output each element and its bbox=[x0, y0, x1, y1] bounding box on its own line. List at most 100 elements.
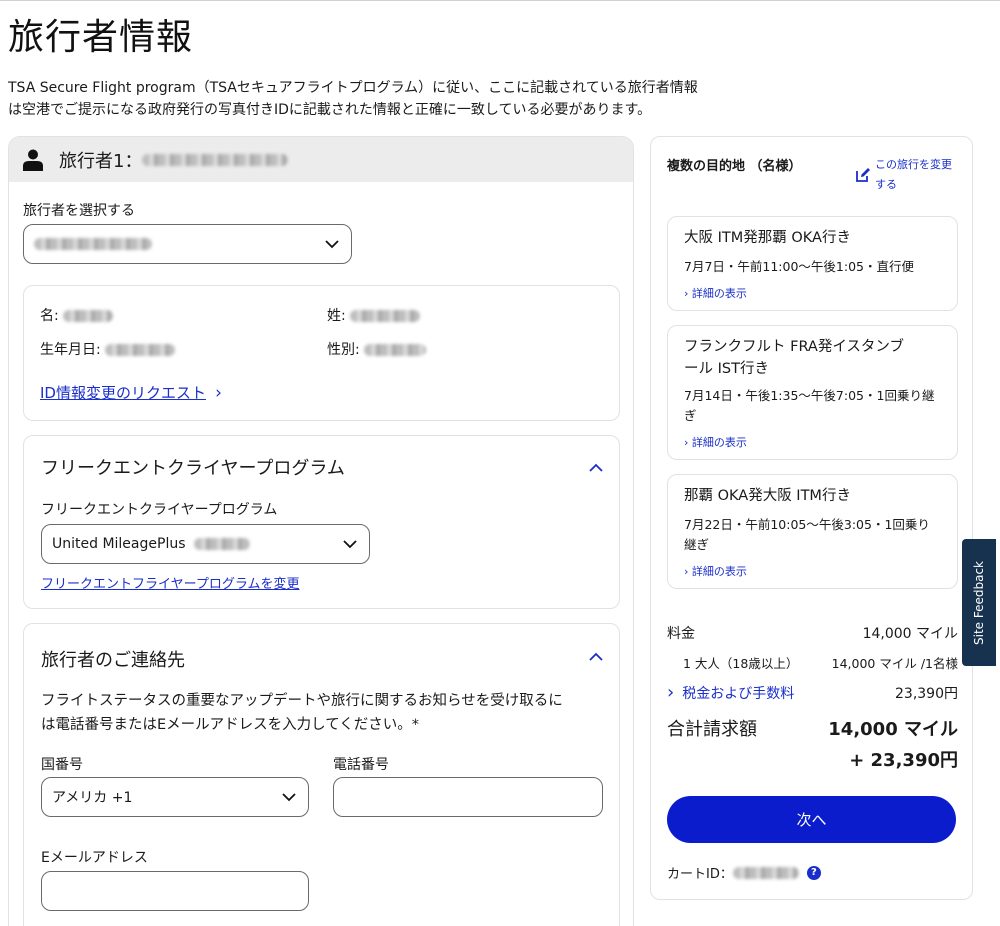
id-change-link[interactable]: ID情報変更のリクエスト bbox=[40, 384, 206, 402]
person-icon bbox=[23, 149, 43, 171]
tax-row[interactable]: › 税金および手数料 23,390円 bbox=[667, 682, 958, 703]
segment-time-line-1: 7月14日・午後1:35～午後7:05・1回乗り継 bbox=[684, 388, 935, 403]
chevron-down-icon bbox=[343, 539, 357, 548]
intro-line-1: TSA Secure Flight program（TSAセキュアフライトプログ… bbox=[8, 80, 698, 96]
member-number-redacted bbox=[193, 538, 250, 550]
total-yen: + 23,390円 bbox=[849, 750, 958, 771]
cart-id-label: カートID： bbox=[667, 867, 733, 882]
flight-segment-3: 那覇 OKA発大阪 ITM行き 7月22日・午前10:05～午後3:05・1回乗… bbox=[667, 474, 958, 589]
traveler-select[interactable] bbox=[23, 224, 352, 264]
traveler-card: 旅行者1： 旅行者を選択する 名: 姓: 生年月日: 性別: ID情報変更のリク… bbox=[8, 136, 634, 926]
first-name-label: 名: bbox=[40, 308, 59, 324]
dob-redacted bbox=[105, 344, 176, 356]
change-frequent-flyer-link[interactable]: フリークエントフライヤープログラムを変更 bbox=[41, 573, 299, 592]
last-name-row: 姓: bbox=[327, 305, 421, 325]
chevron-down-icon bbox=[325, 239, 339, 248]
country-code-label: 国番号 bbox=[41, 757, 83, 773]
last-name-label: 姓: bbox=[327, 308, 346, 324]
segment-route-line-1: フランクフルト FRA発イスタンブ bbox=[684, 339, 904, 355]
segment-time-line-2: 継ぎ bbox=[684, 537, 710, 552]
page-title: 旅行者情報 bbox=[8, 17, 194, 58]
cart-id-redacted bbox=[732, 866, 799, 879]
chevron-down-icon bbox=[282, 792, 296, 801]
flight-segment-2: フランクフルト FRA発イスタンブ ール IST行き 7月14日・午後1:35～… bbox=[667, 325, 958, 460]
tax-value: 23,390円 bbox=[895, 686, 958, 702]
traveler-heading: 旅行者1： bbox=[59, 150, 143, 172]
segment-route-line-2: ール IST行き bbox=[684, 361, 769, 377]
segment-time: 7月14日・午後1:35～午後7:05・1回乗り継 ぎ bbox=[684, 386, 941, 426]
fare-row: 料金 14,000 マイル bbox=[667, 623, 958, 643]
change-trip-link[interactable]: この旅行を変更する bbox=[855, 155, 961, 195]
adult-fare-value: 14,000 マイル /1名様 bbox=[831, 656, 958, 671]
site-feedback-label[interactable]: Site Feedback bbox=[972, 561, 986, 645]
identity-info-card: 名: 姓: 生年月日: 性別: ID情報変更のリクエスト › bbox=[23, 285, 620, 421]
cart-id: カートID： ? bbox=[667, 863, 821, 882]
show-details-link[interactable]: › 詳細の表示 bbox=[684, 285, 941, 301]
frequent-flyer-field-label: フリークエントクライヤープログラム bbox=[41, 502, 278, 518]
total-row: 合計請求額 14,000 マイル bbox=[667, 715, 958, 741]
contact-card: 旅行者のご連絡先 フライトステータスの重要なアップデートや旅行に関するお知らせを… bbox=[23, 623, 620, 926]
chevron-up-icon[interactable] bbox=[589, 652, 603, 661]
id-change-request[interactable]: ID情報変更のリクエスト › bbox=[40, 382, 222, 403]
help-icon[interactable]: ? bbox=[806, 865, 821, 880]
chevron-right-icon: › bbox=[215, 383, 222, 403]
show-details-link[interactable]: › 詳細の表示 bbox=[684, 434, 941, 450]
adult-fare-label: 1 大人（18歳以上） bbox=[683, 656, 799, 671]
tax-toggle[interactable]: › 税金および手数料 bbox=[667, 682, 794, 703]
traveler-select-value-redacted bbox=[34, 238, 152, 250]
adult-fare-row: 1 大人（18歳以上） 14,000 マイル /1名様 bbox=[667, 653, 958, 672]
change-trip-text[interactable]: この旅行を変更する bbox=[875, 155, 961, 195]
country-code-value: アメリカ +1 bbox=[52, 790, 133, 806]
segment-time-line-2: ぎ bbox=[684, 408, 697, 423]
gender-redacted bbox=[364, 344, 427, 356]
show-details-link[interactable]: › 詳細の表示 bbox=[684, 563, 941, 579]
edit-icon bbox=[856, 168, 870, 182]
contact-title: 旅行者のご連絡先 bbox=[41, 650, 185, 671]
contact-description-line-2: は電話番号またはEメールアドレスを入力してください。* bbox=[41, 717, 420, 733]
last-name-redacted bbox=[350, 310, 421, 322]
frequent-flyer-program-name: United MileagePlus bbox=[52, 536, 186, 552]
tax-label[interactable]: 税金および手数料 bbox=[682, 686, 794, 702]
intro-text: TSA Secure Flight program（TSAセキュアフライトプログ… bbox=[8, 77, 748, 121]
top-divider bbox=[0, 0, 1000, 1]
segment-time: 7月22日・午前10:05～午後3:05・1回乗り 継ぎ bbox=[684, 515, 941, 555]
dob-label: 生年月日: bbox=[40, 342, 101, 358]
gender-row: 性別: bbox=[327, 339, 427, 359]
next-button[interactable]: 次へ bbox=[667, 796, 956, 843]
chevron-up-icon[interactable] bbox=[589, 463, 603, 472]
frequent-flyer-select-value: United MileagePlus bbox=[52, 536, 250, 552]
flight-segment-1: 大阪 ITM発那覇 OKA行き 7月7日・午前11:00～午後1:05・直行便 … bbox=[667, 216, 958, 311]
country-code-select[interactable]: アメリカ +1 bbox=[41, 777, 309, 817]
dob-row: 生年月日: bbox=[40, 339, 176, 359]
total-label: 合計請求額 bbox=[667, 719, 757, 740]
frequent-flyer-title: フリークエントクライヤープログラム bbox=[41, 458, 345, 479]
frequent-flyer-card: フリークエントクライヤープログラム フリークエントクライヤープログラム Unit… bbox=[23, 435, 620, 609]
contact-description-line-1: フライトステータスの重要なアップデートや旅行に関するお知らせを受け取るに bbox=[41, 693, 563, 709]
traveler-header: 旅行者1： bbox=[9, 137, 633, 182]
trip-summary-card: 複数の目的地 （名様） この旅行を変更する 大阪 ITM発那覇 OKA行き 7月… bbox=[650, 136, 973, 900]
total-miles: 14,000 マイル bbox=[828, 719, 958, 740]
email-label: Eメールアドレス bbox=[41, 850, 148, 866]
first-name-row: 名: bbox=[40, 305, 114, 325]
fare-value: 14,000 マイル bbox=[862, 626, 958, 642]
email-input[interactable] bbox=[41, 871, 309, 911]
segment-route: フランクフルト FRA発イスタンブ ール IST行き bbox=[684, 336, 941, 380]
fare-label: 料金 bbox=[667, 626, 695, 642]
traveler-select-label: 旅行者を選択する bbox=[23, 203, 135, 219]
segment-time: 7月7日・午前11:00～午後1:05・直行便 bbox=[684, 259, 914, 274]
frequent-flyer-select[interactable]: United MileagePlus bbox=[41, 524, 370, 564]
chevron-right-icon: › bbox=[667, 682, 675, 703]
gender-label: 性別: bbox=[327, 342, 360, 358]
total-yen-row: + 23,390円 bbox=[667, 746, 958, 772]
summary-title: 複数の目的地 （名様） bbox=[667, 159, 802, 174]
segment-time-line-1: 7月22日・午前10:05～午後3:05・1回乗り bbox=[684, 517, 930, 532]
intro-line-2: は空港でご提示になる政府発行の写真付きIDに記載された情報と正確に一致している必… bbox=[8, 102, 652, 118]
phone-input[interactable] bbox=[333, 777, 603, 817]
site-feedback-tab[interactable]: Site Feedback bbox=[962, 539, 996, 666]
first-name-redacted bbox=[63, 310, 114, 322]
phone-label: 電話番号 bbox=[333, 757, 389, 773]
segment-route: 大阪 ITM発那覇 OKA行き bbox=[684, 230, 851, 246]
traveler-name-redacted bbox=[142, 153, 289, 166]
contact-description: フライトステータスの重要なアップデートや旅行に関するお知らせを受け取るに は電話… bbox=[41, 689, 563, 737]
segment-route: 那覇 OKA発大阪 ITM行き bbox=[684, 488, 851, 504]
